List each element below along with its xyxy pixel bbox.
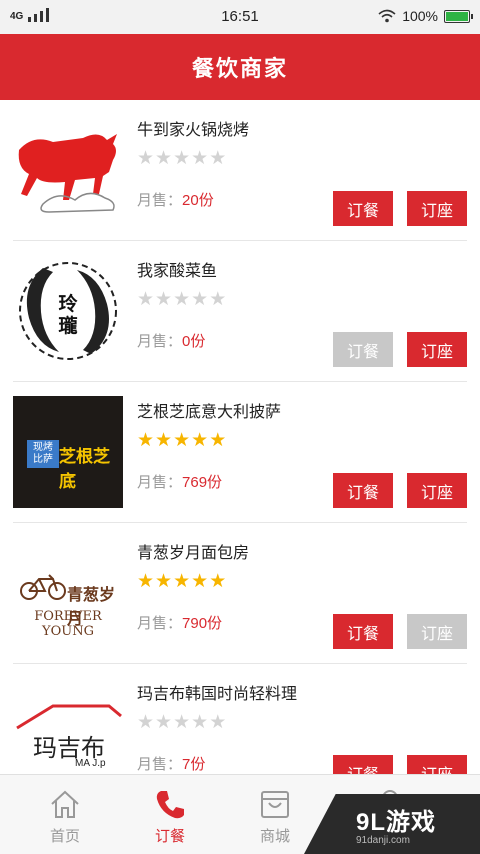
sales-label: 月售： bbox=[137, 333, 183, 350]
monthly-sales: 月售：790份 bbox=[137, 612, 222, 633]
sales-value: 790份 bbox=[182, 615, 223, 632]
reserve-seat-button[interactable]: 订座 bbox=[407, 755, 467, 774]
bicycle-icon bbox=[20, 574, 66, 600]
restaurant-logo: 现烤 比萨 芝根芝底 bbox=[13, 396, 123, 508]
watermark-url: 91danji.com bbox=[356, 835, 410, 846]
tab-label: 首页 bbox=[49, 828, 80, 845]
star-icon: ★ bbox=[173, 289, 191, 310]
star-icon: ★ bbox=[191, 571, 209, 592]
wifi-icon bbox=[378, 9, 396, 23]
star-icon: ★ bbox=[191, 430, 209, 451]
star-icon: ★ bbox=[173, 148, 191, 169]
star-icon: ★ bbox=[155, 430, 173, 451]
star-icon: ★ bbox=[137, 148, 155, 169]
reserve-seat-button[interactable]: 订座 bbox=[407, 191, 467, 226]
logo-text-small: 现烤 比萨 bbox=[27, 440, 59, 468]
star-rating: ★ ★ ★ ★ ★ bbox=[137, 572, 226, 591]
app-header: 餐饮商家 bbox=[0, 34, 480, 100]
star-icon: ★ bbox=[137, 712, 155, 733]
restaurant-list[interactable]: 牛到家火锅烧烤 ★ ★ ★ ★ ★ 月售：20份 订餐 订座 玲 瓏 我家酸菜鱼 ★ ★ ★… bbox=[0, 100, 480, 774]
home-icon bbox=[51, 790, 79, 818]
phone-icon bbox=[156, 791, 184, 819]
star-icon: ★ bbox=[191, 712, 209, 733]
star-rating: ★ ★ ★ ★ ★ bbox=[137, 713, 226, 732]
reserve-seat-button[interactable]: 订座 bbox=[407, 614, 467, 649]
star-icon: ★ bbox=[155, 148, 173, 169]
star-icon: ★ bbox=[137, 430, 155, 451]
bag-icon bbox=[261, 791, 289, 818]
restaurant-row[interactable]: 现烤 比萨 芝根芝底 芝根芝底意大利披萨 ★ ★ ★ ★ ★ 月售：769份 订餐 订座 bbox=[13, 382, 467, 523]
restaurant-row[interactable]: 青葱岁月 FOREVER YOUNG 青葱岁月面包房 ★ ★ ★ ★ ★ 月售：790份… bbox=[13, 523, 467, 664]
battery-level bbox=[446, 11, 468, 21]
reserve-seat-button[interactable]: 订座 bbox=[407, 473, 467, 508]
tab-label: 订餐 bbox=[154, 828, 185, 845]
page-title: 餐饮商家 bbox=[191, 56, 288, 81]
restaurant-logo bbox=[13, 114, 123, 226]
battery-icon bbox=[444, 9, 473, 23]
star-icon: ★ bbox=[137, 571, 155, 592]
sales-label: 月售： bbox=[137, 474, 183, 491]
restaurant-row[interactable]: 牛到家火锅烧烤 ★ ★ ★ ★ ★ 月售：20份 订餐 订座 bbox=[13, 100, 467, 241]
sales-label: 月售： bbox=[137, 756, 183, 773]
order-button[interactable]: 订餐 bbox=[333, 614, 393, 649]
restaurant-name: 我家酸菜鱼 bbox=[137, 263, 218, 280]
star-rating: ★ ★ ★ ★ ★ bbox=[137, 290, 226, 309]
monthly-sales: 月售：7份 bbox=[137, 753, 205, 774]
battery-percent: 100% bbox=[402, 8, 438, 24]
star-icon: ★ bbox=[155, 289, 173, 310]
logo-text: 芝根芝底 bbox=[59, 447, 110, 491]
restaurant-logo: 青葱岁月 FOREVER YOUNG bbox=[13, 537, 123, 649]
order-button[interactable]: 订餐 bbox=[333, 332, 393, 367]
tab-mall[interactable]: 商城 bbox=[225, 775, 325, 854]
restaurant-row[interactable]: 玛吉布 MA J.p 玛吉布韩国时尚轻料理 ★★★★★ 月售：7份 订餐 订座 bbox=[13, 664, 467, 774]
star-icon: ★ bbox=[137, 289, 155, 310]
star-rating: ★ ★ ★ ★ ★ bbox=[137, 149, 226, 168]
order-button[interactable]: 订餐 bbox=[333, 473, 393, 508]
star-icon: ★ bbox=[173, 430, 191, 451]
star-icon: ★ bbox=[209, 148, 227, 169]
restaurant-row[interactable]: 玲 瓏 我家酸菜鱼 ★ ★ ★ ★ ★ 月售：0份 订餐 订座 bbox=[13, 241, 467, 382]
restaurant-logo: 玛吉布 MA J.p bbox=[13, 678, 123, 774]
star-icon: ★ bbox=[209, 289, 227, 310]
star-icon: ★ bbox=[191, 148, 209, 169]
star-icon: ★ bbox=[209, 712, 227, 733]
monthly-sales: 月售：20份 bbox=[137, 189, 214, 210]
monthly-sales: 月售：0份 bbox=[137, 330, 205, 351]
order-button[interactable]: 订餐 bbox=[333, 191, 393, 226]
sales-value: 769份 bbox=[182, 474, 223, 491]
tab-home[interactable]: 首页 bbox=[15, 775, 115, 854]
restaurant-name: 青葱岁月面包房 bbox=[137, 545, 250, 562]
order-button[interactable]: 订餐 bbox=[333, 755, 393, 774]
logo-text: 玲 瓏 bbox=[58, 293, 78, 337]
logo-text-en: MA J.p bbox=[75, 758, 106, 769]
house-roof-icon bbox=[16, 704, 122, 730]
star-icon: ★ bbox=[209, 571, 227, 592]
star-icon: ★ bbox=[209, 430, 227, 451]
star-rating: ★ ★ ★ ★ ★ bbox=[137, 431, 226, 450]
sales-value: 20份 bbox=[182, 192, 214, 209]
status-bar: 4G 16:51 100% bbox=[0, 0, 480, 34]
star-icon: ★ bbox=[191, 289, 209, 310]
watermark-text: 9L游戏 bbox=[356, 809, 437, 836]
star-icon: ★ bbox=[155, 712, 173, 733]
tab-label: 商城 bbox=[259, 828, 290, 845]
restaurant-name: 芝根芝底意大利披萨 bbox=[137, 404, 282, 421]
sales-value: 0份 bbox=[182, 333, 206, 350]
star-icon: ★ bbox=[155, 571, 173, 592]
monthly-sales: 月售：769份 bbox=[137, 471, 222, 492]
logo-text-en: FOREVER YOUNG bbox=[34, 609, 102, 639]
tab-order[interactable]: 订餐 bbox=[120, 775, 220, 854]
sales-label: 月售： bbox=[137, 192, 183, 209]
star-icon: ★ bbox=[173, 712, 191, 733]
red-bull-icon bbox=[18, 134, 117, 213]
sales-value: 7份 bbox=[182, 756, 206, 773]
restaurant-name: 玛吉布韩国时尚轻料理 bbox=[137, 686, 298, 703]
restaurant-name: 牛到家火锅烧烤 bbox=[137, 122, 250, 139]
reserve-seat-button[interactable]: 订座 bbox=[407, 332, 467, 367]
sales-label: 月售： bbox=[137, 615, 183, 632]
restaurant-logo: 玲 瓏 bbox=[13, 255, 123, 367]
star-icon: ★ bbox=[173, 571, 191, 592]
